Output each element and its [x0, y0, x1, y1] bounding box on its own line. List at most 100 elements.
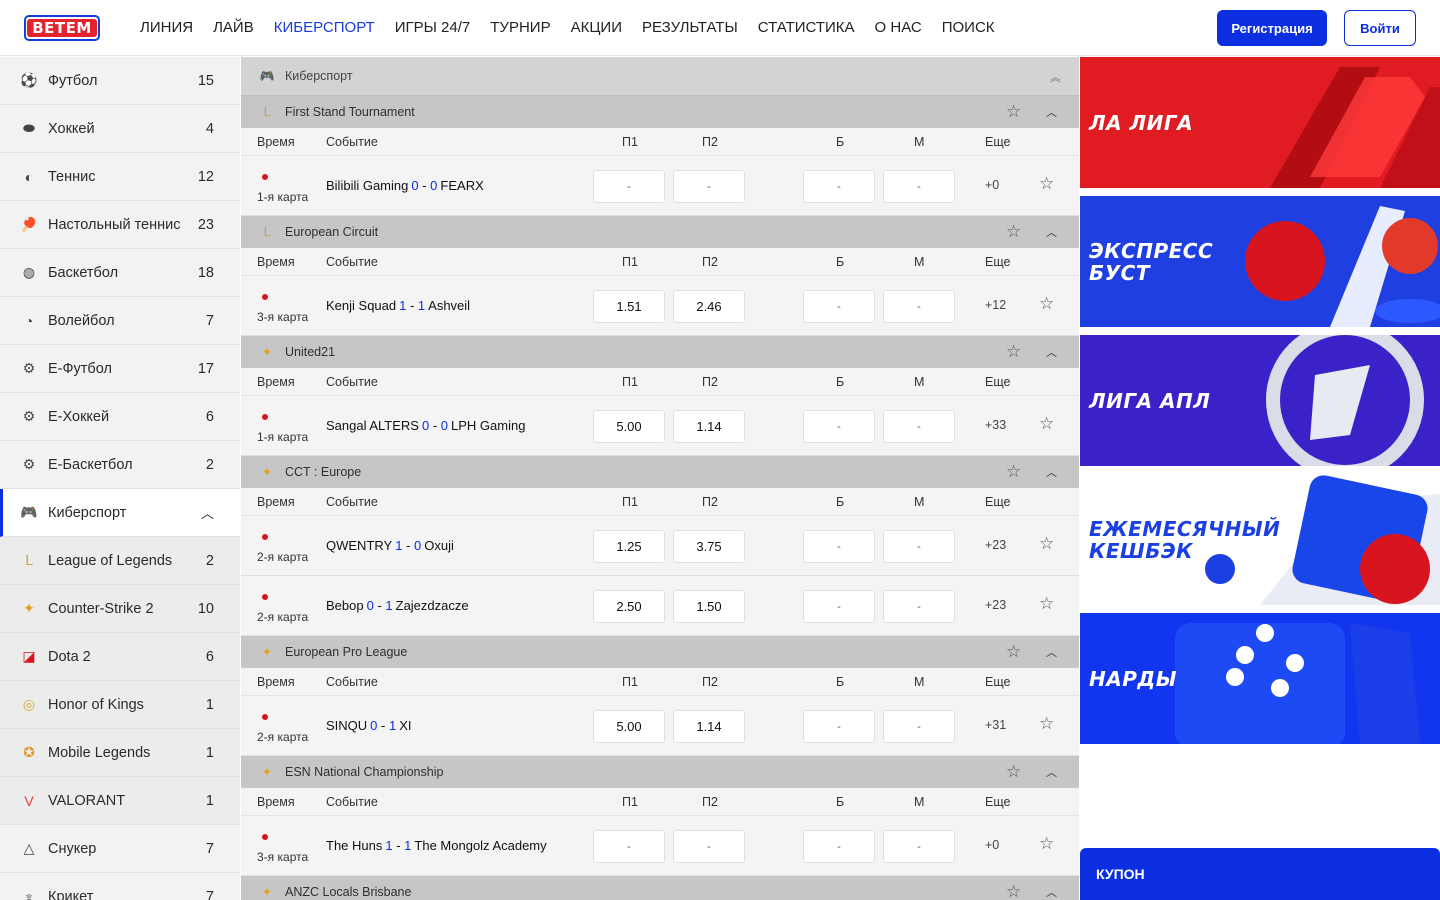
odd-p1-button[interactable]: 1.51 — [593, 290, 665, 323]
tournament-header[interactable]: ✦ ESN National Championship ☆ ︿ — [241, 756, 1079, 788]
odd-b-button[interactable]: - — [803, 830, 875, 863]
event-row[interactable]: 2-я карта Bebop 0 - 1 Zajezdzacze 2.50 1.50- -… — [241, 576, 1079, 636]
event-row[interactable]: 1-я карта Sangal ALTERS 0 - 0 LPH Gaming 5.0… — [241, 396, 1079, 456]
odd-m-button[interactable]: - — [883, 530, 955, 563]
sidebar-item[interactable]: ◐ Теннис 12 — [0, 153, 240, 201]
chevron-up-icon[interactable]: ︿ — [1046, 644, 1057, 660]
odd-p1-button[interactable]: 1.25 — [593, 530, 665, 563]
odd-b-button[interactable]: - — [803, 410, 875, 443]
tournament-header[interactable]: Ⅼ First Stand Tournament ☆ ︿ — [241, 96, 1079, 128]
sidebar-item[interactable]: ◍ Баскетбол 18 — [0, 249, 240, 297]
logo[interactable]: BETEM — [24, 14, 100, 41]
nav-item[interactable]: ТУРНИР — [480, 19, 560, 36]
chevron-up-icon[interactable]: ︿ — [1046, 764, 1057, 780]
tournament-header[interactable]: ✦ United21 ☆ ︿ — [241, 336, 1079, 368]
sidebar-item[interactable]: ⚽ Футбол 15 — [0, 57, 240, 105]
odd-b-button[interactable]: - — [803, 170, 875, 203]
tournament-header[interactable]: ✦ ANZC Locals Brisbane ☆ ︿ — [241, 876, 1079, 900]
odd-b-button[interactable]: - — [803, 530, 875, 563]
event-teams[interactable]: Bebop 0 - 1 Zajezdzacze — [326, 598, 469, 613]
odd-p1-button[interactable]: 2.50 — [593, 590, 665, 623]
event-row[interactable]: 3-я карта Kenji Squad 1 - 1 Ashveil 1.51 2.46… — [241, 276, 1079, 336]
odd-p2-button[interactable]: - — [673, 170, 745, 203]
odd-p2-button[interactable]: 1.14 — [673, 410, 745, 443]
event-teams[interactable]: SINQU 0 - 1 XI — [326, 718, 412, 733]
odd-m-button[interactable]: - — [883, 710, 955, 743]
star-icon[interactable]: ☆ — [1039, 834, 1054, 854]
register-button[interactable]: Регистрация — [1217, 10, 1327, 46]
sidebar-item[interactable]: △ Снукер 7 — [0, 825, 240, 873]
more-markets-link[interactable]: +12 — [985, 298, 1006, 312]
sidebar-item[interactable]: ⚙ Е-Футбол 17 — [0, 345, 240, 393]
sidebar-item[interactable]: ◔ Волейбол 7 — [0, 297, 240, 345]
odd-b-button[interactable]: - — [803, 290, 875, 323]
star-icon[interactable]: ☆ — [1006, 882, 1021, 900]
odd-b-button[interactable]: - — [803, 710, 875, 743]
nav-item[interactable]: РЕЗУЛЬТАТЫ — [632, 19, 748, 36]
promo-banner[interactable]: ЕЖЕМЕСЯЧНЫЙ КЕШБЭК — [1080, 474, 1440, 605]
nav-item[interactable]: ИГРЫ 24/7 — [385, 19, 481, 36]
event-row[interactable]: 2-я карта SINQU 0 - 1 XI 5.00 1.14- - +31 ☆ — [241, 696, 1079, 756]
event-teams[interactable]: Kenji Squad 1 - 1 Ashveil — [326, 298, 470, 313]
collapse-all-icon[interactable]: ︽ — [1050, 69, 1061, 85]
odd-m-button[interactable]: - — [883, 830, 955, 863]
chevron-up-icon[interactable]: ︿ — [1046, 104, 1057, 120]
star-icon[interactable]: ☆ — [1039, 414, 1054, 434]
odd-p2-button[interactable]: - — [673, 830, 745, 863]
star-icon[interactable]: ☆ — [1006, 102, 1021, 122]
star-icon[interactable]: ☆ — [1039, 174, 1054, 194]
chevron-up-icon[interactable]: ︿ — [1046, 464, 1057, 480]
star-icon[interactable]: ☆ — [1006, 462, 1021, 482]
sidebar-item[interactable]: ◪ Dota 2 6 — [0, 633, 240, 681]
section-header[interactable]: 🎮 Киберспорт ︽ — [241, 57, 1079, 96]
star-icon[interactable]: ☆ — [1006, 642, 1021, 662]
star-icon[interactable]: ☆ — [1039, 714, 1054, 734]
sidebar-item[interactable]: ✪ Mobile Legends 1 — [0, 729, 240, 777]
more-markets-link[interactable]: +23 — [985, 538, 1006, 552]
sidebar-item[interactable]: Ⅼ League of Legends 2 — [0, 537, 240, 585]
event-teams[interactable]: QWENTRY 1 - 0 Oxuji — [326, 538, 454, 553]
more-markets-link[interactable]: +0 — [985, 178, 999, 192]
nav-item[interactable]: О НАС — [865, 19, 932, 36]
odd-p1-button[interactable]: 5.00 — [593, 710, 665, 743]
star-icon[interactable]: ☆ — [1006, 342, 1021, 362]
odd-b-button[interactable]: - — [803, 590, 875, 623]
nav-item[interactable]: КИБЕРСПОРТ — [264, 19, 385, 36]
login-button[interactable]: Войти — [1344, 10, 1416, 46]
odd-p2-button[interactable]: 1.50 — [673, 590, 745, 623]
star-icon[interactable]: ☆ — [1006, 222, 1021, 242]
event-teams[interactable]: Sangal ALTERS 0 - 0 LPH Gaming — [326, 418, 525, 433]
sidebar-item[interactable]: ✦ Counter-Strike 2 10 — [0, 585, 240, 633]
promo-banner[interactable]: ЭКСПРЕСС БУСТ — [1080, 196, 1440, 327]
odd-m-button[interactable]: - — [883, 290, 955, 323]
odd-m-button[interactable]: - — [883, 590, 955, 623]
star-icon[interactable]: ☆ — [1039, 594, 1054, 614]
more-markets-link[interactable]: +0 — [985, 838, 999, 852]
chevron-up-icon[interactable]: ︿ — [1046, 344, 1057, 360]
more-markets-link[interactable]: +23 — [985, 598, 1006, 612]
more-markets-link[interactable]: +33 — [985, 418, 1006, 432]
sidebar-item[interactable]: ◎ Honor of Kings 1 — [0, 681, 240, 729]
odd-p1-button[interactable]: - — [593, 830, 665, 863]
sidebar-item[interactable]: ⚙ Е-Хоккей 6 — [0, 393, 240, 441]
nav-item[interactable]: СТАТИСТИКА — [748, 19, 865, 36]
promo-banner[interactable]: ЛА ЛИГА — [1080, 57, 1440, 188]
odd-p2-button[interactable]: 2.46 — [673, 290, 745, 323]
event-teams[interactable]: The Huns 1 - 1 The Mongolz Academy — [326, 838, 547, 853]
odd-p2-button[interactable]: 1.14 — [673, 710, 745, 743]
promo-banner[interactable]: НАРДЫ — [1080, 613, 1440, 744]
star-icon[interactable]: ☆ — [1039, 294, 1054, 314]
event-row[interactable]: 1-я карта Bilibili Gaming 0 - 0 FEARX - - - - +0… — [241, 156, 1079, 216]
chevron-up-icon[interactable]: ︿ — [201, 503, 214, 522]
odd-m-button[interactable]: - — [883, 170, 955, 203]
odd-p2-button[interactable]: 3.75 — [673, 530, 745, 563]
sidebar-item[interactable]: ⚙ Е-Баскетбол 2 — [0, 441, 240, 489]
sidebar-item[interactable]: V VALORANT 1 — [0, 777, 240, 825]
odd-p1-button[interactable]: 5.00 — [593, 410, 665, 443]
tournament-header[interactable]: ✦ CCT : Europe ☆ ︿ — [241, 456, 1079, 488]
star-icon[interactable]: ☆ — [1039, 534, 1054, 554]
tournament-header[interactable]: ✦ European Pro League ☆ ︿ — [241, 636, 1079, 668]
event-row[interactable]: 2-я карта QWENTRY 1 - 0 Oxuji 1.25 3.75- - +23 ☆ — [241, 516, 1079, 576]
sidebar-item[interactable]: 🎮 Киберспорт ︿ — [0, 489, 240, 537]
nav-item[interactable]: ПОИСК — [932, 19, 1005, 36]
